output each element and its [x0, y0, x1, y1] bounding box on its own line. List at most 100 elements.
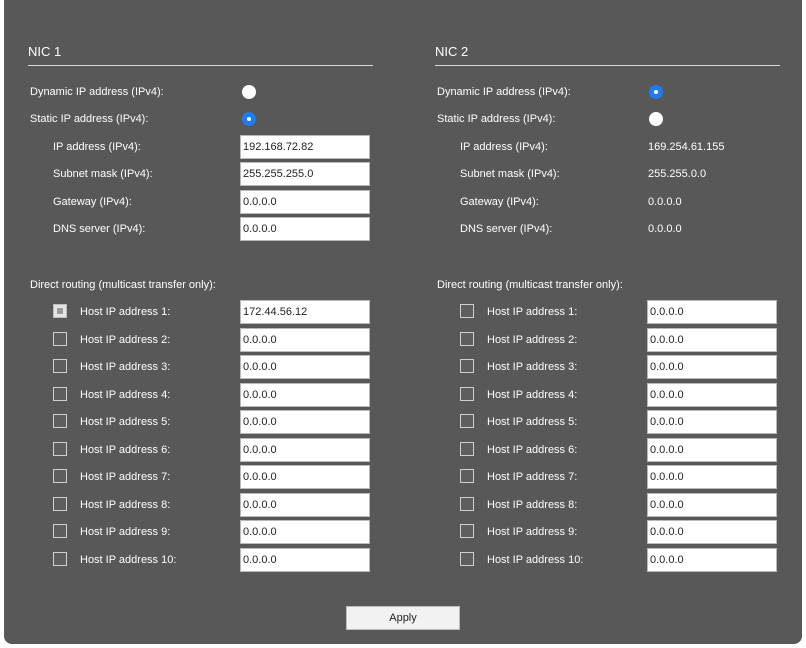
host-label: Host IP address 10:	[80, 553, 177, 566]
host-label: Host IP address 4:	[80, 388, 171, 401]
host-checkbox[interactable]	[53, 441, 67, 456]
nic2-dynamic-row: Dynamic IP address (IPv4):	[435, 79, 780, 105]
nic1-dynamic-radio[interactable]	[242, 85, 256, 99]
nic2-title: NIC 2	[435, 44, 469, 59]
host-row: Host IP address 3:	[435, 354, 780, 380]
host-row: Host IP address 6:	[28, 437, 373, 463]
host-label: Host IP address 8:	[487, 498, 578, 511]
host-row: Host IP address 1:	[435, 299, 780, 325]
host-ip-input[interactable]	[647, 382, 777, 407]
host-checkbox[interactable]	[460, 331, 474, 346]
host-ip-input[interactable]	[240, 382, 370, 407]
nic2-subnet-label: Subnet mask (IPv4):	[460, 168, 560, 180]
nic2-static-radio[interactable]	[649, 112, 663, 126]
host-row: Host IP address 5:	[28, 409, 373, 435]
host-ip-input[interactable]	[240, 355, 370, 379]
host-ip-input[interactable]	[647, 520, 777, 544]
host-ip-input[interactable]	[240, 410, 370, 434]
nic1-dns-input[interactable]	[240, 217, 370, 241]
network-settings-panel: NIC 1 Dynamic IP address (IPv4): Static …	[4, 0, 802, 644]
nic2-static-row: Static IP address (IPv4):	[435, 106, 780, 132]
nic1-subnet-input[interactable]	[240, 162, 370, 186]
host-checkbox[interactable]	[53, 496, 67, 511]
host-label: Host IP address 9:	[80, 526, 171, 538]
host-label: Host IP address 4:	[487, 388, 578, 401]
host-row: Host IP address 2:	[28, 327, 373, 353]
nic1-subnet-label: Subnet mask (IPv4):	[53, 168, 153, 180]
host-checkbox[interactable]	[53, 304, 67, 318]
host-checkbox[interactable]	[460, 551, 474, 566]
host-checkbox[interactable]	[53, 524, 67, 538]
host-label: Host IP address 2:	[487, 333, 578, 346]
host-ip-input[interactable]	[240, 492, 370, 517]
host-checkbox[interactable]	[460, 469, 474, 483]
host-ip-input[interactable]	[240, 547, 370, 572]
nic1-ip-input[interactable]	[240, 135, 370, 159]
host-ip-input[interactable]	[240, 327, 370, 352]
apply-button[interactable]: Apply	[346, 606, 460, 630]
host-row: Host IP address 7:	[28, 464, 373, 490]
nic2-subnet-value: 255.255.0.0	[648, 168, 707, 180]
host-row: Host IP address 4:	[435, 382, 780, 408]
host-row: Host IP address 6:	[435, 437, 780, 463]
nic1-dynamic-label: Dynamic IP address (IPv4):	[30, 86, 164, 98]
nic2-dns-row: DNS server (IPv4): 0.0.0.0	[435, 216, 780, 242]
host-ip-input[interactable]	[240, 520, 370, 544]
host-row: Host IP address 5:	[435, 409, 780, 435]
host-checkbox[interactable]	[460, 496, 474, 511]
host-label: Host IP address 2:	[80, 333, 171, 346]
host-row: Host IP address 9:	[435, 519, 780, 545]
host-checkbox[interactable]	[53, 469, 67, 483]
nic2-dns-label: DNS server (IPv4):	[460, 223, 553, 235]
host-checkbox[interactable]	[53, 386, 67, 401]
host-checkbox[interactable]	[53, 359, 67, 373]
host-label: Host IP address 1:	[80, 306, 171, 318]
nic1-gateway-input[interactable]	[240, 190, 370, 214]
nic2-dynamic-radio[interactable]	[649, 85, 663, 99]
host-ip-input[interactable]	[647, 437, 777, 462]
host-label: Host IP address 3:	[487, 361, 578, 373]
host-row: Host IP address 8:	[435, 492, 780, 518]
host-label: Host IP address 9:	[487, 526, 578, 538]
host-ip-input[interactable]	[647, 410, 777, 434]
host-row: Host IP address 4:	[28, 382, 373, 408]
host-label: Host IP address 8:	[80, 498, 171, 511]
host-ip-input[interactable]	[240, 300, 370, 324]
nic2-dns-value: 0.0.0.0	[648, 223, 682, 235]
host-label: Host IP address 3:	[80, 361, 171, 373]
host-checkbox[interactable]	[460, 441, 474, 456]
nic2-static-label: Static IP address (IPv4):	[437, 113, 556, 125]
nic1-static-radio[interactable]	[242, 112, 256, 126]
host-ip-input[interactable]	[647, 327, 777, 352]
host-checkbox[interactable]	[53, 331, 67, 346]
host-row: Host IP address 10:	[28, 547, 373, 573]
host-checkbox[interactable]	[460, 304, 474, 318]
host-ip-input[interactable]	[240, 437, 370, 462]
host-label: Host IP address 7:	[487, 471, 578, 483]
nic1-ip-row: IP address (IPv4):	[28, 134, 373, 160]
host-ip-input[interactable]	[647, 355, 777, 379]
host-ip-input[interactable]	[647, 465, 777, 489]
nic1-dynamic-row: Dynamic IP address (IPv4):	[28, 79, 373, 105]
host-row: Host IP address 2:	[435, 327, 780, 353]
host-row: Host IP address 8:	[28, 492, 373, 518]
nic1-dns-label: DNS server (IPv4):	[53, 223, 146, 235]
nic2-routing-label: Direct routing (multicast transfer only)…	[437, 279, 623, 291]
host-checkbox[interactable]	[53, 551, 67, 566]
host-checkbox[interactable]	[460, 524, 474, 538]
host-checkbox[interactable]	[460, 386, 474, 401]
host-ip-input[interactable]	[240, 465, 370, 489]
nic2-ip-label: IP address (IPv4):	[460, 141, 548, 153]
nic1-dns-row: DNS server (IPv4):	[28, 216, 373, 242]
host-ip-input[interactable]	[647, 300, 777, 324]
host-label: Host IP address 1:	[487, 306, 578, 318]
host-checkbox[interactable]	[460, 414, 474, 428]
host-label: Host IP address 5:	[487, 416, 578, 428]
nic1-routing-row: Direct routing (multicast transfer only)…	[28, 272, 373, 298]
host-row: Host IP address 7:	[435, 464, 780, 490]
host-checkbox[interactable]	[460, 359, 474, 373]
nic1-divider	[28, 65, 373, 66]
host-ip-input[interactable]	[647, 547, 777, 572]
host-checkbox[interactable]	[53, 414, 67, 428]
host-ip-input[interactable]	[647, 492, 777, 517]
